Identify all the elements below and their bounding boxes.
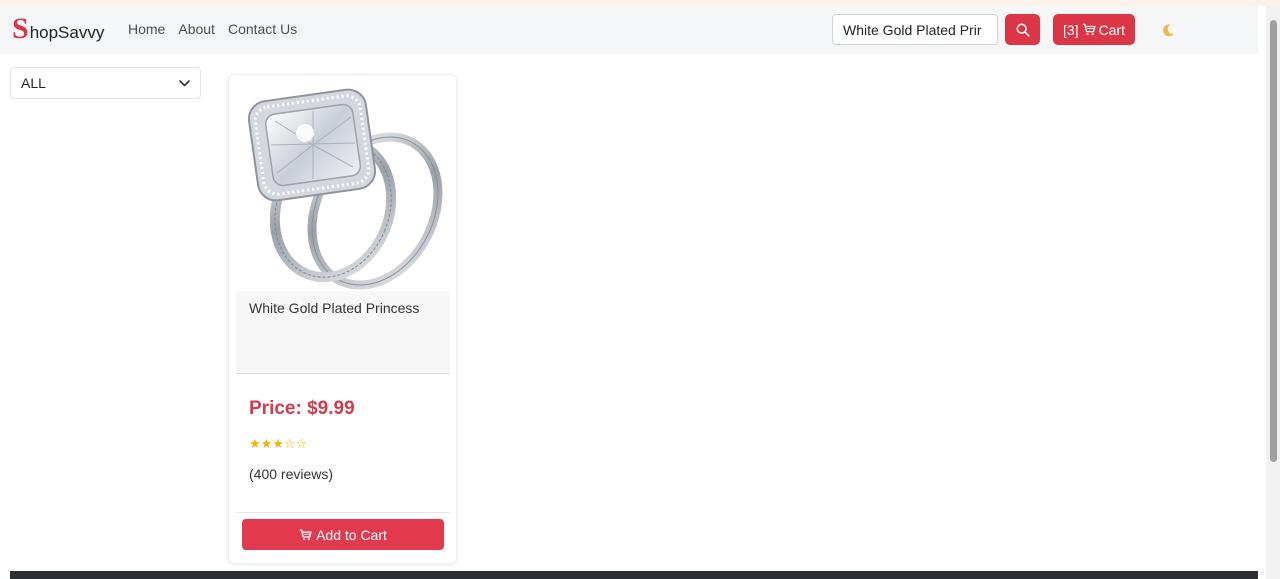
moon-icon[interactable]	[1160, 22, 1176, 38]
cart-label: Cart	[1098, 21, 1126, 38]
product-title-area: White Gold Plated Princess	[236, 291, 450, 374]
nav-links: Home About Contact Us	[128, 21, 297, 37]
nav-link-home[interactable]: Home	[128, 21, 165, 37]
review-count: (400 reviews)	[249, 466, 334, 482]
add-to-cart-button[interactable]: Add to Cart	[242, 519, 444, 550]
scrollbar-thumb[interactable]	[1270, 20, 1277, 462]
cart-icon	[1082, 23, 1096, 36]
brand-initial: S	[12, 12, 29, 45]
card-divider	[236, 512, 450, 513]
product-card: White Gold Plated Princess Price: $9.99 …	[228, 74, 457, 564]
product-image[interactable]	[235, 81, 450, 291]
product-title[interactable]: White Gold Plated Princess	[249, 300, 419, 316]
navbar: S hopSavvy Home About Contact Us [3] Car…	[0, 6, 1258, 54]
product-price: Price: $9.99	[249, 398, 355, 419]
nav-link-about[interactable]: About	[178, 21, 215, 37]
search-icon	[1016, 23, 1029, 36]
rating-stars: ★★★☆☆	[249, 436, 307, 452]
footer	[10, 571, 1258, 579]
star-empty-icon: ☆	[295, 436, 308, 451]
category-selected-value: ALL	[21, 75, 46, 91]
cart-button[interactable]: [3] Cart	[1053, 14, 1135, 45]
nav-link-contact[interactable]: Contact Us	[228, 21, 297, 37]
star-filled-icon: ★	[260, 436, 273, 451]
star-filled-icon: ★	[272, 436, 284, 451]
cart-count: [3]	[1062, 21, 1079, 38]
chevron-down-icon	[179, 79, 190, 86]
star-filled-icon: ★	[249, 436, 261, 451]
add-to-cart-label: Add to Cart	[316, 526, 387, 543]
search-input[interactable]	[832, 14, 998, 45]
star-empty-icon: ☆	[283, 436, 296, 451]
category-select[interactable]: ALL	[10, 67, 201, 99]
search-button[interactable]	[1005, 14, 1040, 45]
cart-icon	[299, 529, 312, 540]
brand-name: hopSavvy	[29, 23, 105, 42]
brand-logo[interactable]: S hopSavvy	[12, 14, 104, 44]
